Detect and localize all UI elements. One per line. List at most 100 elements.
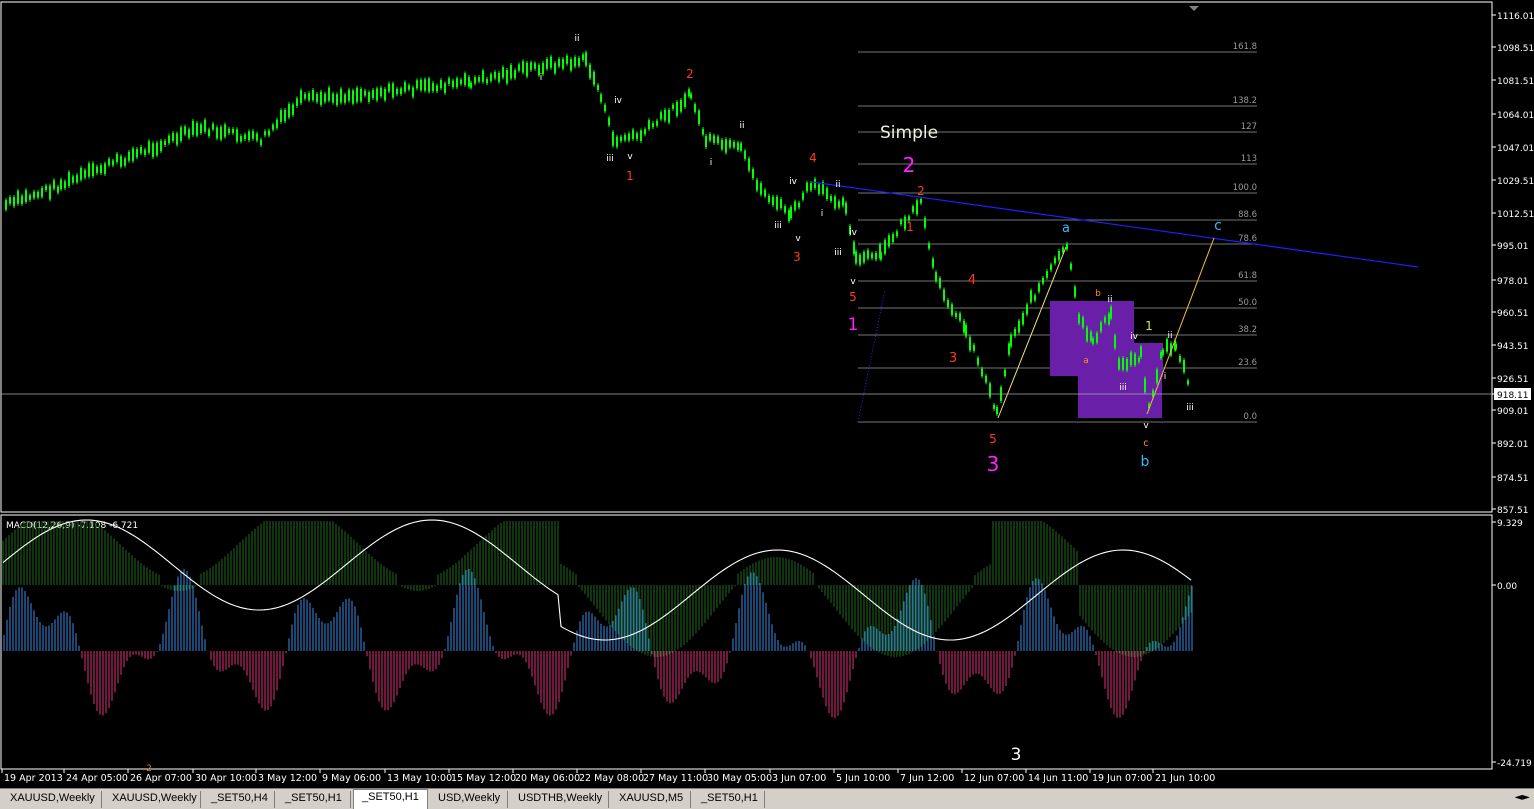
candle-body xyxy=(1140,346,1142,357)
candle-body xyxy=(1104,317,1106,323)
fib-level-label: 61.8 xyxy=(1238,271,1257,281)
candle-body xyxy=(272,124,274,130)
candle-body xyxy=(951,304,953,316)
wave-label-i-c: i xyxy=(821,209,824,219)
price-label: 918.11 xyxy=(1497,391,1529,401)
macd-wave-label-3: 3 xyxy=(1011,745,1022,765)
candle-body xyxy=(597,85,599,90)
wave-label-three-red-b: 3 xyxy=(949,351,957,366)
chart-tab[interactable]: _SET50,H1 xyxy=(693,791,765,808)
candle-body xyxy=(232,128,234,134)
candle-body xyxy=(486,78,488,84)
candle-body xyxy=(208,129,210,137)
candle-body xyxy=(33,191,35,198)
chart-tab[interactable]: _SET50,H4 xyxy=(203,791,275,808)
candle-body xyxy=(96,166,98,173)
candle-body xyxy=(436,85,438,92)
candle-body xyxy=(1126,359,1128,371)
candle-body xyxy=(810,183,812,191)
candle-body xyxy=(676,101,678,116)
candle-body xyxy=(392,83,394,98)
candle-body xyxy=(176,133,178,145)
candle-body xyxy=(554,63,556,74)
candle-body xyxy=(140,146,142,154)
candle-body xyxy=(1156,369,1158,383)
candle-body xyxy=(900,220,902,225)
candle-body xyxy=(248,131,250,141)
candle-body xyxy=(296,98,298,106)
candle-body xyxy=(490,74,492,82)
candle-body xyxy=(608,117,610,126)
candle-body xyxy=(721,139,723,150)
candle-body xyxy=(834,196,836,209)
candle-body xyxy=(648,120,650,130)
wave-label-b-cyan: b xyxy=(1141,454,1150,470)
candle-body xyxy=(1086,327,1088,341)
candle-body xyxy=(45,185,47,191)
chart-tab[interactable]: _SET50,H1 xyxy=(277,791,351,808)
candle-body xyxy=(1026,304,1028,315)
fib-level-label: 138.2 xyxy=(1233,96,1257,106)
candle-body xyxy=(288,104,290,118)
candle-body xyxy=(164,140,166,145)
wave-label-iii-b: iii xyxy=(774,221,782,231)
candle-body xyxy=(228,128,230,134)
candle-body xyxy=(452,80,454,88)
wave-label-four-red: 4 xyxy=(809,151,817,165)
chart-tab[interactable]: XAUUSD,Weekly xyxy=(104,791,201,808)
wave-label-ii-d: ii xyxy=(1107,295,1112,305)
candle-body xyxy=(160,140,162,152)
candle-body xyxy=(304,93,306,99)
chart-window[interactable]: 161.8 138.2 127 113 100.0 88.6 78.6 61.8 50.0 38.… xyxy=(0,0,1534,809)
candle-body xyxy=(566,55,568,64)
candle-body xyxy=(790,206,792,219)
time-label: 7 Jun 12:00 xyxy=(900,773,954,784)
candle-body xyxy=(981,368,983,377)
candle-body xyxy=(53,180,55,189)
macd-frame xyxy=(0,514,1493,770)
candle-body xyxy=(884,240,886,254)
candle-body xyxy=(168,135,170,144)
candle-body xyxy=(760,183,762,195)
fib-level-label: 88.6 xyxy=(1238,210,1257,220)
candle-body xyxy=(464,73,466,85)
candle-body xyxy=(973,344,975,351)
candle-body xyxy=(17,190,19,204)
candle-body xyxy=(1074,286,1076,297)
candle-body xyxy=(368,92,370,102)
wave-label-ii-c: ii xyxy=(835,180,840,190)
candle-body xyxy=(1034,295,1036,301)
candle-body xyxy=(136,149,138,158)
candle-body xyxy=(582,54,584,60)
chart-tab[interactable]: USDTHB,Weekly xyxy=(510,791,609,808)
candle-body xyxy=(72,176,74,183)
candle-body xyxy=(192,120,194,135)
candle-body xyxy=(814,179,816,189)
chart-tab[interactable]: XAUUSD,Weekly xyxy=(2,791,102,808)
downtrend-line[interactable] xyxy=(811,181,1419,268)
candle-body xyxy=(180,127,182,141)
tab-scroll-arrows-icon[interactable]: ◄► xyxy=(1515,792,1530,803)
candle-body xyxy=(744,150,746,159)
candle-body xyxy=(768,195,770,203)
candle-body xyxy=(440,80,442,89)
wave-label-iv-d: iv xyxy=(1130,332,1139,342)
chart-tab[interactable]: USD,Weekly xyxy=(430,791,508,808)
candle-body xyxy=(244,134,246,140)
price-label: 1047.01 xyxy=(1497,144,1534,154)
wave-c-projection-line[interactable] xyxy=(1146,237,1215,415)
candle-body xyxy=(252,131,254,139)
candle-body xyxy=(1162,349,1164,356)
candle-body xyxy=(943,289,945,301)
shift-marker-icon[interactable] xyxy=(1189,6,1199,11)
chart-tab[interactable]: XAUUSD,M5 xyxy=(611,791,691,808)
chart-canvas[interactable]: 161.8138.2127113100.088.678.661.850.038.… xyxy=(0,0,1534,788)
candle-body xyxy=(1179,356,1181,362)
candle-body xyxy=(578,57,580,66)
candle-body xyxy=(939,278,941,288)
candle-body xyxy=(456,78,458,88)
candle-body xyxy=(280,110,282,122)
chart-tab[interactable]: _SET50,H1 xyxy=(353,789,428,809)
candle-body xyxy=(842,197,844,206)
candle-body xyxy=(780,199,782,209)
